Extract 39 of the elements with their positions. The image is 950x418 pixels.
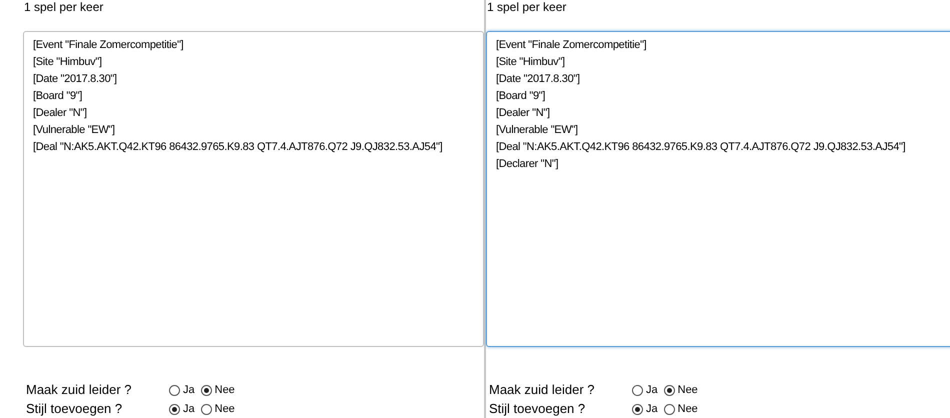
text-line: [Deal "N:AK5.AKT.Q42.KT96 86432.9765.K9.83 QT7.4.AJT876.Q72 J9.QJ832.53.AJ54"]	[496, 140, 906, 155]
text-line: [Dealer "N"]	[33, 106, 87, 121]
text-line: [Board "9"]	[33, 89, 82, 104]
text-line: [Deal "N:AK5.AKT.Q42.KT96 86432.9765.K9.83 QT7.4.AJT876.Q72 J9.QJ832.53.AJ54"]	[33, 140, 442, 155]
radio-option[interactable]: Nee	[664, 382, 698, 398]
text-area[interactable]: [Event "Finale Zomercompetitie"] [Site "Himbuv"] [Date "2017.8.30"] [Board "9"] [Dealer "N"] [Vulnerable "EW"] [Deal "N:AK5.AKT.Q42.KT96 86432.9765.K9.83 QT7.4.AJT876.Q72 J9.QJ832.53.AJ54"]	[23, 31, 484, 347]
text-line: [Site "Himbuv"]	[496, 55, 565, 70]
radio-selected-icon[interactable]	[200, 384, 212, 396]
text-line: [Declarer "N"]	[496, 157, 558, 172]
radio-selected-icon[interactable]	[632, 404, 643, 414]
radio-selected-icon[interactable]	[169, 404, 180, 414]
radio-option[interactable]: Nee	[664, 400, 698, 418]
option-label: Stijl toevoegen ?	[26, 400, 124, 418]
text-line: [Board "9"]	[496, 89, 546, 104]
radio-empty-icon[interactable]	[632, 384, 643, 396]
radio-option[interactable]: Ja	[169, 382, 195, 398]
panel-heading: 1 spel per keer	[486, 0, 568, 16]
text-line: [Vulnerable "EW"]	[496, 123, 578, 138]
radio-selected-icon[interactable]	[664, 384, 675, 396]
text-line: [Date "2017.8.30"]	[496, 72, 580, 87]
radio-empty-icon[interactable]	[169, 384, 180, 396]
radio-option[interactable]: Ja	[632, 400, 658, 418]
text-line: [Dealer "N"]	[496, 106, 550, 121]
radio-option[interactable]: Ja	[169, 400, 195, 418]
text-line: [Vulnerable "EW"]	[33, 123, 115, 138]
text-line: [Event "Finale Zomercompetitie"]	[496, 38, 646, 53]
option-label: Maak zuid leider ?	[26, 381, 132, 400]
option-label: Stijl toevoegen ?	[489, 400, 586, 418]
panel-heading: 1 spel per keer	[23, 0, 104, 16]
radio-option[interactable]: Nee	[200, 400, 235, 418]
radio-empty-icon[interactable]	[664, 404, 675, 414]
radio-option[interactable]: Nee	[200, 382, 235, 398]
text-line: [Site "Himbuv"]	[33, 55, 102, 70]
text-line: [Event "Finale Zomercompetitie"]	[33, 38, 184, 53]
text-line: [Date "2017.8.30"]	[33, 72, 117, 87]
radio-option[interactable]: Ja	[632, 382, 658, 398]
radio-empty-icon[interactable]	[200, 404, 212, 414]
text-area[interactable]	[486, 31, 950, 347]
option-label: Maak zuid leider ?	[489, 381, 596, 400]
